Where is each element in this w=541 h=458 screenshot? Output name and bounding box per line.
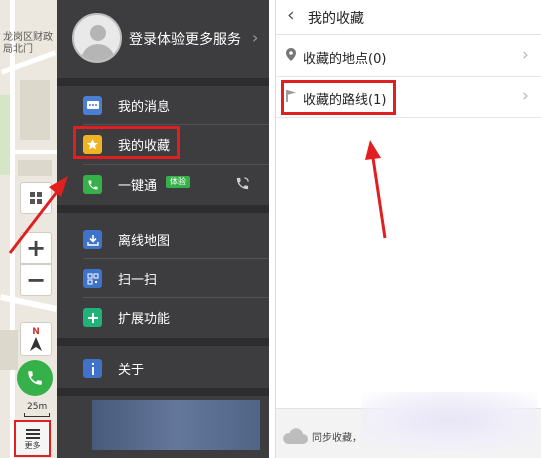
- avatar-head: [90, 25, 106, 41]
- menu-divider: [57, 205, 269, 213]
- menu-item-label: 离线地图: [118, 234, 171, 249]
- plus-icon: [83, 308, 102, 327]
- favorites-header: ‹ 我的收藏: [276, 0, 541, 35]
- map-road: [10, 0, 15, 458]
- qrcode-icon: [83, 269, 102, 288]
- message-icon: [83, 96, 102, 115]
- menu-item-extensions[interactable]: 扩展功能: [57, 298, 269, 336]
- favorite-places-label: 收藏的地点(0): [303, 52, 387, 67]
- cloud-icon: [283, 428, 308, 444]
- map-park: [0, 95, 10, 175]
- one-key-call-button[interactable]: [17, 360, 53, 396]
- call-wave-icon[interactable]: [235, 176, 250, 195]
- more-label: 更多: [24, 441, 41, 450]
- menu-item-scan[interactable]: 扫一扫: [57, 259, 269, 297]
- zoom-in-button[interactable]: +: [20, 232, 52, 264]
- map-district-label: 龙岗区财政局北门: [3, 32, 53, 55]
- page-title: 我的收藏: [308, 11, 364, 27]
- login-row[interactable]: 登录体验更多服务 ›: [57, 0, 269, 78]
- menu-item-offline-map[interactable]: 离线地图: [57, 220, 269, 258]
- more-button[interactable]: 更多: [14, 420, 51, 457]
- location-pin-icon: [286, 48, 296, 64]
- chevron-right-icon: ›: [522, 45, 529, 65]
- map-scale-label: 25m: [27, 402, 48, 412]
- favorites-panel: ‹ 我的收藏 收藏的地点(0) › 收藏的路线(1) › 同步收藏，: [275, 0, 541, 458]
- map-building: [0, 330, 18, 370]
- login-prompt: 登录体验更多服务: [129, 32, 241, 48]
- menu-item-label: 扫一扫: [118, 273, 158, 288]
- menu-item-label: 扩展功能: [118, 312, 171, 327]
- map-building: [20, 80, 50, 140]
- map-building: [18, 160, 52, 176]
- menu-divider: [57, 388, 269, 396]
- avatar[interactable]: [72, 13, 122, 63]
- menu-divider: [57, 78, 269, 86]
- compass-arrow-icon: [30, 336, 42, 351]
- menu-item-messages[interactable]: 我的消息: [57, 86, 269, 124]
- chevron-right-icon: ›: [252, 28, 259, 47]
- layers-button[interactable]: [20, 182, 52, 214]
- sync-text: 同步收藏，: [312, 433, 362, 444]
- favorites-highlight-box: [73, 126, 180, 159]
- menu-item-label: 我的消息: [118, 100, 171, 115]
- favorite-places-row[interactable]: 收藏的地点(0) ›: [276, 36, 541, 77]
- download-icon: [83, 230, 102, 249]
- menu-item-label: 关于: [118, 363, 145, 378]
- zoom-out-button[interactable]: −: [20, 264, 52, 296]
- compass-button[interactable]: N: [20, 322, 52, 356]
- menu-icon: [25, 427, 40, 441]
- ad-banner[interactable]: [92, 400, 260, 450]
- avatar-body: [81, 44, 115, 61]
- menu-item-label: 一键通: [118, 179, 158, 194]
- phone-icon: [83, 175, 102, 194]
- side-menu: 登录体验更多服务 › 我的消息 我的收藏 一键通 体验 离线地图 扫一扫 扩展功…: [57, 0, 269, 458]
- grid-icon: [30, 192, 42, 204]
- menu-item-about[interactable]: 关于: [57, 349, 269, 387]
- map-scale-bar: [24, 413, 50, 417]
- chevron-right-icon: ›: [522, 86, 529, 106]
- trial-badge: 体验: [166, 176, 190, 188]
- blurred-region: [361, 392, 537, 450]
- screen: 龙岗区财政局北门 + − N 25m 更多 登录体验更多服务 › 我的消息 我的…: [0, 0, 541, 458]
- map-view[interactable]: 龙岗区财政局北门 + − N 25m 更多: [0, 0, 57, 458]
- back-arrow-icon[interactable]: ‹: [287, 4, 295, 26]
- routes-highlight-box: [281, 80, 396, 115]
- map-road: [0, 294, 57, 312]
- phone-icon: [28, 371, 42, 385]
- compass-north-label: N: [32, 326, 40, 337]
- menu-divider: [57, 338, 269, 346]
- info-icon: [83, 359, 102, 378]
